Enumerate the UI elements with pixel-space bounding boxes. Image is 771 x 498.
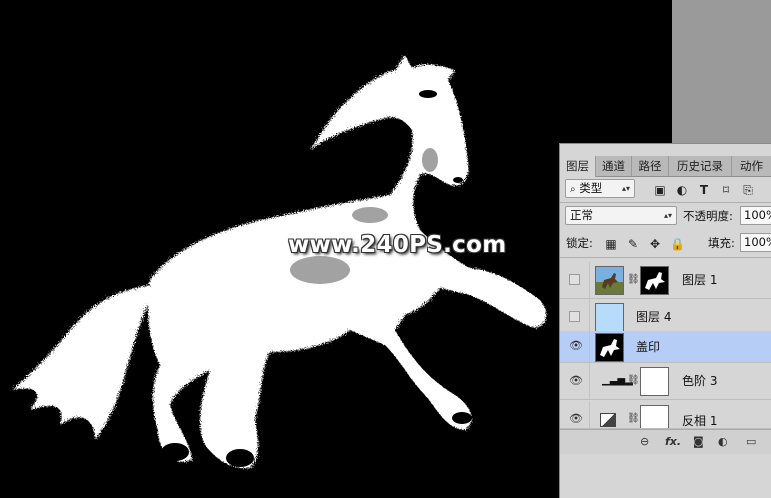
eye-icon[interactable]: 👁: [569, 413, 583, 425]
mask-link-icon[interactable]: ⛓: [627, 375, 640, 386]
filter-row: ⌕ 类型 ▴▾ ▣ ◐ T ⌑ ⎘: [560, 178, 771, 200]
layer-mask-thumbnail[interactable]: [640, 367, 669, 396]
eye-icon[interactable]: 👁: [569, 375, 583, 387]
layer-thumbnail: [595, 266, 624, 295]
opacity-input[interactable]: 100%: [740, 206, 771, 225]
lock-position-move-icon[interactable]: ✥: [648, 237, 662, 251]
mask-icon[interactable]: ◙: [693, 435, 704, 448]
layer-row-stamp[interactable]: 👁 盖印: [560, 331, 771, 363]
layer-name: 反相 1: [682, 414, 718, 428]
divider: [560, 257, 771, 258]
fill-input[interactable]: 100%: [740, 233, 771, 252]
panel-bottom-bar: ⊖ fx. ◙ ◐ ▭: [560, 429, 771, 454]
visibility-column: [560, 299, 590, 335]
horse-thumbnail-icon: [600, 339, 620, 357]
adjustment-icon[interactable]: ◐: [718, 435, 728, 448]
layer-row-levels-3[interactable]: 👁 ▁▃▅▂ ⛓ 色阶 3: [560, 363, 771, 400]
tab-actions[interactable]: 动作: [732, 156, 771, 176]
folder-icon[interactable]: ▭: [746, 435, 756, 448]
tab-history[interactable]: 历史记录: [669, 156, 732, 176]
eye-icon[interactable]: 👁: [569, 340, 583, 352]
dropdown-arrow-icon: ▴▾: [621, 184, 630, 193]
blend-mode-dropdown[interactable]: 正常 ▴▾: [565, 206, 677, 225]
filter-kind-dropdown[interactable]: ⌕ 类型 ▴▾: [565, 179, 635, 198]
fx-icon[interactable]: fx.: [665, 435, 681, 448]
mask-link-icon[interactable]: ⛓: [627, 274, 640, 285]
shape-filter-icon[interactable]: ⌑: [719, 183, 733, 197]
layer-mask-thumbnail[interactable]: [640, 266, 669, 295]
layer-thumbnail: [595, 333, 624, 362]
mask-link-icon[interactable]: ⛓: [627, 413, 640, 424]
type-filter-icon[interactable]: T: [697, 183, 711, 197]
lock-row: 锁定: ▦ ✎ ✥ 🔒 填充: 100%: [560, 232, 771, 254]
visibility-toggle-off[interactable]: [569, 274, 580, 285]
watermark-text: www.240PS.com: [288, 232, 507, 258]
lock-image-brush-icon[interactable]: ✎: [626, 237, 640, 251]
lock-transparent-icon[interactable]: ▦: [604, 237, 618, 251]
visibility-column: 👁: [560, 331, 590, 362]
smart-object-filter-icon[interactable]: ⎘: [741, 183, 755, 197]
lock-label: 锁定:: [566, 236, 593, 250]
horse-thumbnail-icon: [602, 273, 618, 289]
layer-name: 图层 1: [682, 273, 718, 287]
visibility-column: 👁: [560, 363, 590, 399]
filter-kind-label: 类型: [579, 181, 603, 195]
fill-label: 填充:: [708, 236, 735, 250]
visibility-column: 👁: [560, 401, 590, 428]
tab-channels[interactable]: 通道: [596, 156, 632, 176]
blend-row: 正常 ▴▾ 不透明度: 100%: [560, 205, 771, 227]
tab-layers[interactable]: 图层: [560, 156, 596, 177]
divider: [560, 202, 771, 203]
opacity-label: 不透明度:: [683, 209, 733, 223]
dropdown-arrow-icon: ▴▾: [663, 211, 672, 220]
blend-mode-label: 正常: [570, 208, 593, 222]
layer-name: 色阶 3: [682, 374, 718, 388]
layer-name: 盖印: [636, 340, 661, 354]
image-filter-icon[interactable]: ▣: [653, 183, 667, 197]
horse-mask-icon: [645, 272, 665, 290]
layers-panel: 图层 通道 路径 历史记录 动作 ⌕ 类型 ▴▾ ▣ ◐ T ⌑ ⎘ 正常 ▴▾…: [559, 143, 771, 498]
lock-all-icon[interactable]: 🔒: [670, 237, 685, 251]
layer-mask-thumbnail[interactable]: [640, 405, 669, 428]
search-icon: ⌕: [570, 184, 576, 195]
panel-tabs: 图层 通道 路径 历史记录 动作: [560, 156, 771, 177]
adjustment-filter-icon[interactable]: ◐: [675, 183, 689, 197]
layer-row-invert-1[interactable]: 👁 ⛓ 反相 1: [560, 401, 771, 429]
layer-row-layer-1[interactable]: ⛓ 图层 1: [560, 262, 771, 299]
visibility-column: [560, 262, 590, 298]
visibility-toggle-off[interactable]: [569, 311, 580, 322]
layer-thumbnail: [595, 303, 624, 332]
invert-adjustment-icon: [600, 413, 616, 427]
tab-paths[interactable]: 路径: [632, 156, 669, 176]
link-icon[interactable]: ⊖: [640, 435, 649, 448]
